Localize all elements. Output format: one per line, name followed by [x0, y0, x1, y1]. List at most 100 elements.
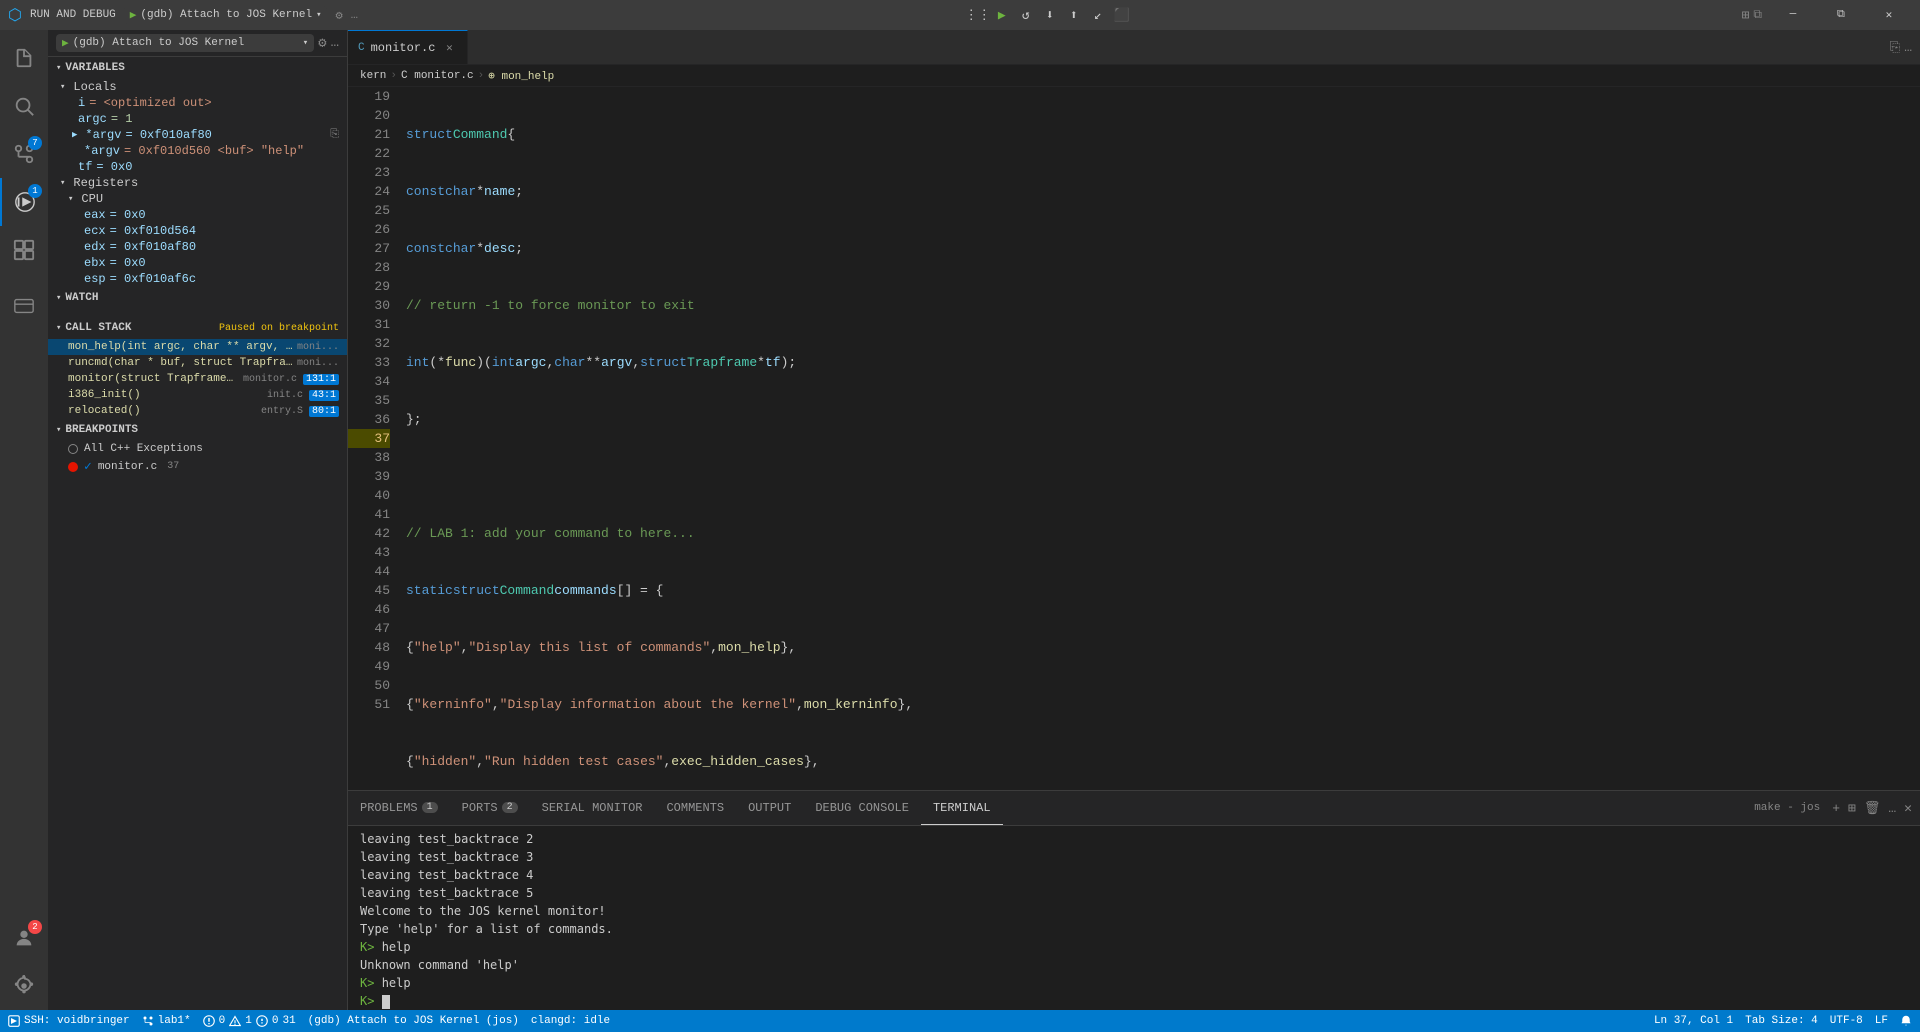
activity-run-debug[interactable]: 1: [0, 178, 48, 226]
debug-continue-btn[interactable]: ⋮⋮: [967, 4, 989, 26]
reg-ebx[interactable]: ebx = 0x0: [48, 255, 347, 271]
bp-check-icon: ✓: [84, 459, 92, 474]
activity-extensions[interactable]: [0, 226, 48, 274]
status-notifications[interactable]: [1900, 1015, 1912, 1027]
code-line-25: [406, 467, 1920, 486]
more-actions-icon[interactable]: …: [1904, 40, 1912, 55]
status-branch[interactable]: lab1*: [142, 1015, 191, 1027]
breakpoints-label: BREAKPOINTS: [65, 424, 138, 436]
restore-btn[interactable]: ⧉: [1818, 0, 1864, 30]
terminal-split-icon[interactable]: +: [1832, 801, 1840, 816]
debug-restart-btn[interactable]: ↺: [1015, 4, 1037, 26]
debug-dropdown[interactable]: ▶ (gdb) Attach to JOS Kernel ▾: [56, 34, 314, 52]
status-ssh[interactable]: SSH: voidbringer: [8, 1015, 130, 1027]
activity-search[interactable]: [0, 82, 48, 130]
var-argv-expand[interactable]: ▶ *argv = 0xf010af80 ⎘: [48, 127, 347, 143]
reg-edx[interactable]: edx = 0xf010af80: [48, 239, 347, 255]
argv-chevron-icon: ▶: [72, 130, 77, 140]
call-stack-header[interactable]: ▾ CALL STACK Paused on breakpoint: [48, 317, 347, 339]
code-line-26: // LAB 1: add your command to here...: [406, 524, 1920, 543]
activity-settings[interactable]: [0, 962, 48, 1010]
var-tf[interactable]: tf = 0x0: [48, 159, 347, 175]
stack-item-4[interactable]: relocated() entry.S 80:1: [48, 403, 347, 419]
cpu-group[interactable]: ▾ CPU: [48, 191, 347, 207]
code-line-30: { "hidden", "Run hidden test cases", exe…: [406, 752, 1920, 771]
breakpoints-section-header[interactable]: ▾ BREAKPOINTS: [48, 419, 347, 441]
panel-tab-problems[interactable]: PROBLEMS 1: [348, 791, 450, 825]
stack-item-3[interactable]: i386_init() init.c 43:1: [48, 387, 347, 403]
terminal-line-6: Type 'help' for a list of commands.: [360, 920, 1908, 938]
tab-close-btn[interactable]: ✕: [441, 40, 457, 56]
status-tabsize[interactable]: Tab Size: 4: [1745, 1015, 1818, 1027]
stack-item-1[interactable]: runcmd(char * buf, struct Trapframe * tf…: [48, 355, 347, 371]
debug-step-into-btn[interactable]: ⬆: [1063, 4, 1085, 26]
stack-item-2[interactable]: monitor(struct Trapframe * tf) monitor.c…: [48, 371, 347, 387]
panel-close-icon[interactable]: ✕: [1904, 801, 1912, 816]
terminal-line-4: leaving test_backtrace 5: [360, 884, 1908, 902]
code-content: struct Command { const char *name; const…: [398, 87, 1920, 790]
copy-icon[interactable]: ⎘: [330, 129, 339, 141]
source-control-badge: 7: [28, 136, 42, 150]
var-argc[interactable]: argc = 1: [48, 111, 347, 127]
activity-explorer[interactable]: [0, 34, 48, 82]
debug-stop-btn[interactable]: ⬛: [1111, 4, 1133, 26]
debug-session-label: (gdb) Attach to JOS Kernel: [73, 37, 245, 49]
terminal-trash-icon[interactable]: 🗑: [1864, 801, 1881, 816]
activity-source-control[interactable]: 7: [0, 130, 48, 178]
debug-session-dropdown[interactable]: ▶ (gdb) Attach to JOS Kernel ▾: [124, 6, 328, 24]
status-lang-server[interactable]: clangd: idle: [531, 1015, 610, 1027]
status-errors[interactable]: 0 1 0 31: [203, 1015, 296, 1027]
more-icon[interactable]: …: [351, 8, 358, 22]
panel-tabs: PROBLEMS 1 PORTS 2 SERIAL MONITOR COMMEN…: [348, 791, 1920, 826]
reg-ecx[interactable]: ecx = 0xf010d564: [48, 223, 347, 239]
panel-tab-debug-console[interactable]: DEBUG CONSOLE: [803, 791, 921, 825]
status-encoding[interactable]: UTF-8: [1830, 1015, 1863, 1027]
debug-more-icon[interactable]: …: [331, 35, 339, 51]
terminal-more-icon[interactable]: …: [1888, 801, 1896, 816]
var-argv-buf[interactable]: *argv = 0xf010d560 <buf> "help": [48, 143, 347, 159]
panel-tab-ports[interactable]: PORTS 2: [450, 791, 530, 825]
breadcrumb-kern[interactable]: kern: [360, 70, 386, 82]
stack-item-0[interactable]: mon_help(int argc, char ** argv, struct …: [48, 339, 347, 355]
status-line-ending[interactable]: LF: [1875, 1015, 1888, 1027]
locals-group[interactable]: ▾ Locals: [48, 79, 347, 95]
panel-tab-comments[interactable]: COMMENTS: [654, 791, 736, 825]
variables-section-header[interactable]: ▾ VARIABLES: [48, 57, 347, 79]
breadcrumb-mon-help[interactable]: ⊕ mon_help: [488, 69, 554, 83]
watch-section-header[interactable]: ▾ WATCH: [48, 287, 347, 309]
minimize-btn[interactable]: ─: [1770, 0, 1816, 30]
breadcrumb-monitor-c[interactable]: C monitor.c: [401, 70, 474, 82]
bp-count: 37: [167, 461, 179, 472]
split-editor-icon[interactable]: ⎘: [1890, 40, 1900, 55]
bottom-panel: PROBLEMS 1 PORTS 2 SERIAL MONITOR COMMEN…: [348, 790, 1920, 1010]
terminal-content: leaving test_backtrace 2 leaving test_ba…: [348, 826, 1920, 1010]
call-stack-content: mon_help(int argc, char ** argv, struct …: [48, 339, 347, 419]
tab-monitor-c[interactable]: C monitor.c ✕: [348, 30, 468, 64]
reg-eax[interactable]: eax = 0x0: [48, 207, 347, 223]
status-position[interactable]: Ln 37, Col 1: [1654, 1015, 1733, 1027]
layout-icon[interactable]: ⊞: [1742, 8, 1750, 23]
debug-step-over-btn[interactable]: ⬇: [1039, 4, 1061, 26]
var-i[interactable]: i = <optimized out>: [48, 95, 347, 111]
bp-all-cpp[interactable]: All C++ Exceptions: [48, 441, 347, 457]
debug-settings-icon[interactable]: ⚙: [318, 35, 326, 52]
reg-esp[interactable]: esp = 0xf010af6c: [48, 271, 347, 287]
registers-group[interactable]: ▾ Registers: [48, 175, 347, 191]
panel-tab-output[interactable]: OUTPUT: [736, 791, 803, 825]
bp-monitor-c[interactable]: ✓ monitor.c 37: [48, 457, 347, 476]
close-btn[interactable]: ✕: [1866, 0, 1912, 30]
c-file-icon: C: [358, 42, 365, 54]
sidebar-layout-icon[interactable]: ⧉: [1753, 8, 1762, 22]
panel-tab-serial[interactable]: SERIAL MONITOR: [530, 791, 655, 825]
activity-remote[interactable]: [0, 282, 48, 330]
terminal-add-icon[interactable]: ⊞: [1848, 801, 1856, 816]
code-editor[interactable]: 19 20 21 22 23 24 25 26 27 28 29 30 31 3…: [348, 87, 1920, 790]
terminal-line-9: K> help: [360, 974, 1908, 992]
debug-step-out-btn[interactable]: ↙: [1087, 4, 1109, 26]
debug-run-btn[interactable]: ▶: [991, 4, 1013, 26]
panel-tab-terminal[interactable]: TERMINAL: [921, 791, 1003, 825]
activity-accounts[interactable]: 2: [0, 914, 48, 962]
settings-icon[interactable]: ⚙: [335, 8, 342, 23]
status-debug[interactable]: (gdb) Attach to JOS Kernel (jos): [308, 1015, 519, 1027]
debug-toolbar: ⋮⋮ ▶ ↺ ⬇ ⬆ ↙ ⬛: [967, 4, 1133, 26]
